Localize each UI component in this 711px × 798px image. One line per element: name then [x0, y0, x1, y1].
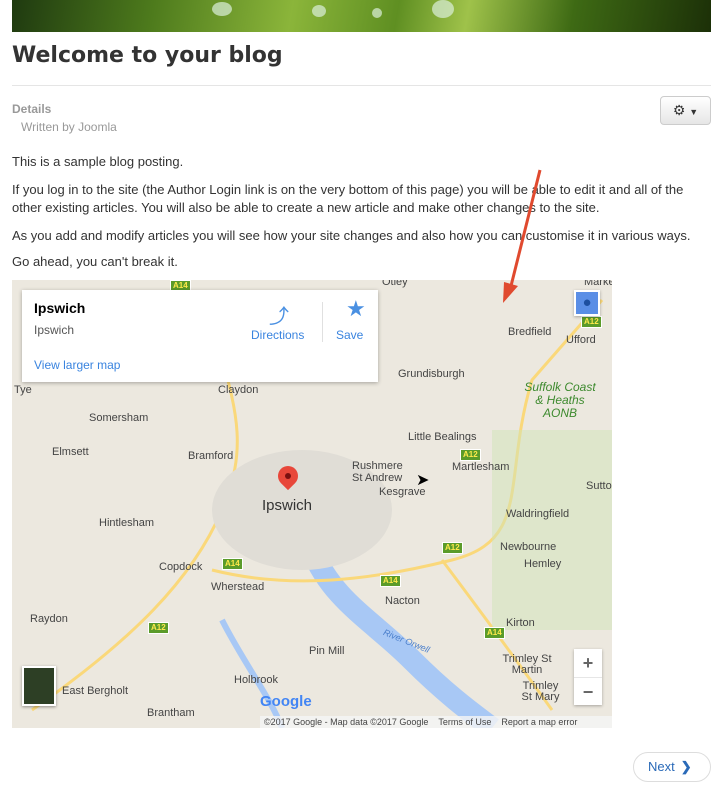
gear-icon: ⚙	[672, 102, 686, 118]
place-label: Bramford	[188, 450, 234, 462]
road-shield: A12	[442, 542, 463, 554]
header-banner-image	[12, 0, 711, 32]
terms-link[interactable]: Terms of Use	[438, 717, 491, 727]
attribution-text: ©2017 Google - Map data ©2017 Google	[264, 717, 429, 727]
place-label: Trimley St Martin	[502, 653, 552, 676]
divider	[322, 302, 323, 342]
place-label: Hemley	[524, 558, 562, 570]
place-label: Holbrook	[234, 674, 279, 686]
save-link[interactable]: Save	[336, 328, 363, 342]
place-label: Pin Mill	[309, 645, 345, 657]
place-label: Claydon	[218, 384, 259, 396]
caret-down-icon: ▼	[689, 107, 699, 117]
report-error-link[interactable]: Report a map error	[501, 717, 577, 727]
zoom-out-button[interactable]: −	[574, 677, 602, 705]
place-info-card: Ipswich Ipswich View larger map ⤴ Direct…	[22, 290, 378, 382]
directions-icon[interactable]: ⤴	[269, 300, 289, 329]
place-label: Sutto	[586, 480, 612, 492]
place-label: Ufford	[566, 334, 596, 346]
road-shield: A14	[484, 627, 505, 639]
place-label: Little Bealings	[408, 431, 477, 443]
directions-link[interactable]: Directions	[251, 328, 304, 342]
place-label: Trimley St Mary	[521, 680, 560, 703]
place-label: Hintlesham	[99, 517, 155, 529]
chevron-right-icon: ❯	[680, 759, 692, 774]
place-label: Martlesham	[452, 461, 510, 473]
place-title: Ipswich	[34, 300, 86, 316]
place-label: Rushmere St Andrew	[352, 460, 403, 484]
place-label: Somersham	[89, 412, 149, 424]
place-label: Copdock	[159, 561, 203, 573]
article-paragraph: As you add and modify articles you will …	[12, 228, 691, 243]
embedded-map[interactable]: Otley Bredfield Ufford Grundisburgh Clay…	[12, 280, 612, 728]
street-view-pegman-icon[interactable]: ●	[574, 290, 600, 316]
details-label: Details	[12, 102, 52, 116]
satellite-toggle-button[interactable]	[22, 666, 56, 706]
article-tools-button[interactable]: ⚙ ▼	[660, 96, 711, 125]
place-label: East Bergholt	[62, 685, 129, 697]
place-label: Tye	[14, 384, 32, 396]
place-label: Kirton	[506, 617, 535, 629]
place-label: Waldringfield	[506, 508, 570, 520]
star-icon[interactable]: ★	[346, 296, 366, 322]
zoom-in-button[interactable]: +	[574, 649, 602, 677]
article-paragraph: If you log in to the site (the Author Lo…	[12, 182, 684, 215]
place-label: Wherstead	[211, 581, 265, 593]
next-label: Next	[648, 759, 675, 774]
road-shield: A12	[460, 449, 481, 461]
aonb-label: Suffolk Coast & Heaths AONB	[524, 380, 596, 420]
article-paragraph: This is a sample blog posting.	[12, 154, 184, 169]
view-larger-map-link[interactable]: View larger map	[34, 358, 120, 372]
road-shield: A12	[581, 316, 602, 328]
road-shield: A14	[222, 558, 243, 570]
next-button[interactable]: Next ❯	[633, 752, 711, 782]
road-shield: A14	[380, 575, 401, 587]
place-label: Grundisburgh	[398, 368, 465, 380]
place-label: Brantham	[147, 707, 195, 719]
place-label: Otley	[382, 280, 408, 288]
place-label: Bredfield	[508, 326, 552, 338]
place-label: Newbourne	[500, 541, 557, 553]
place-label: Elmsett	[52, 446, 89, 458]
place-label: Marke	[584, 280, 612, 288]
google-logo: Google	[260, 693, 312, 710]
place-subtitle: Ipswich	[34, 323, 75, 337]
place-label: Nacton	[385, 595, 420, 607]
mouse-cursor-icon: ➤	[416, 472, 430, 489]
page-title: Welcome to your blog	[12, 43, 283, 68]
author-label: Written by Joomla	[21, 120, 117, 134]
place-label: Raydon	[30, 613, 68, 625]
divider	[12, 85, 711, 86]
road-shield: A12	[148, 622, 169, 634]
main-place-label: Ipswich	[262, 497, 313, 514]
zoom-controls: + −	[574, 649, 602, 705]
map-attribution: ©2017 Google - Map data ©2017 Google Term…	[260, 716, 612, 728]
article-paragraph: Go ahead, you can't break it.	[12, 254, 178, 269]
